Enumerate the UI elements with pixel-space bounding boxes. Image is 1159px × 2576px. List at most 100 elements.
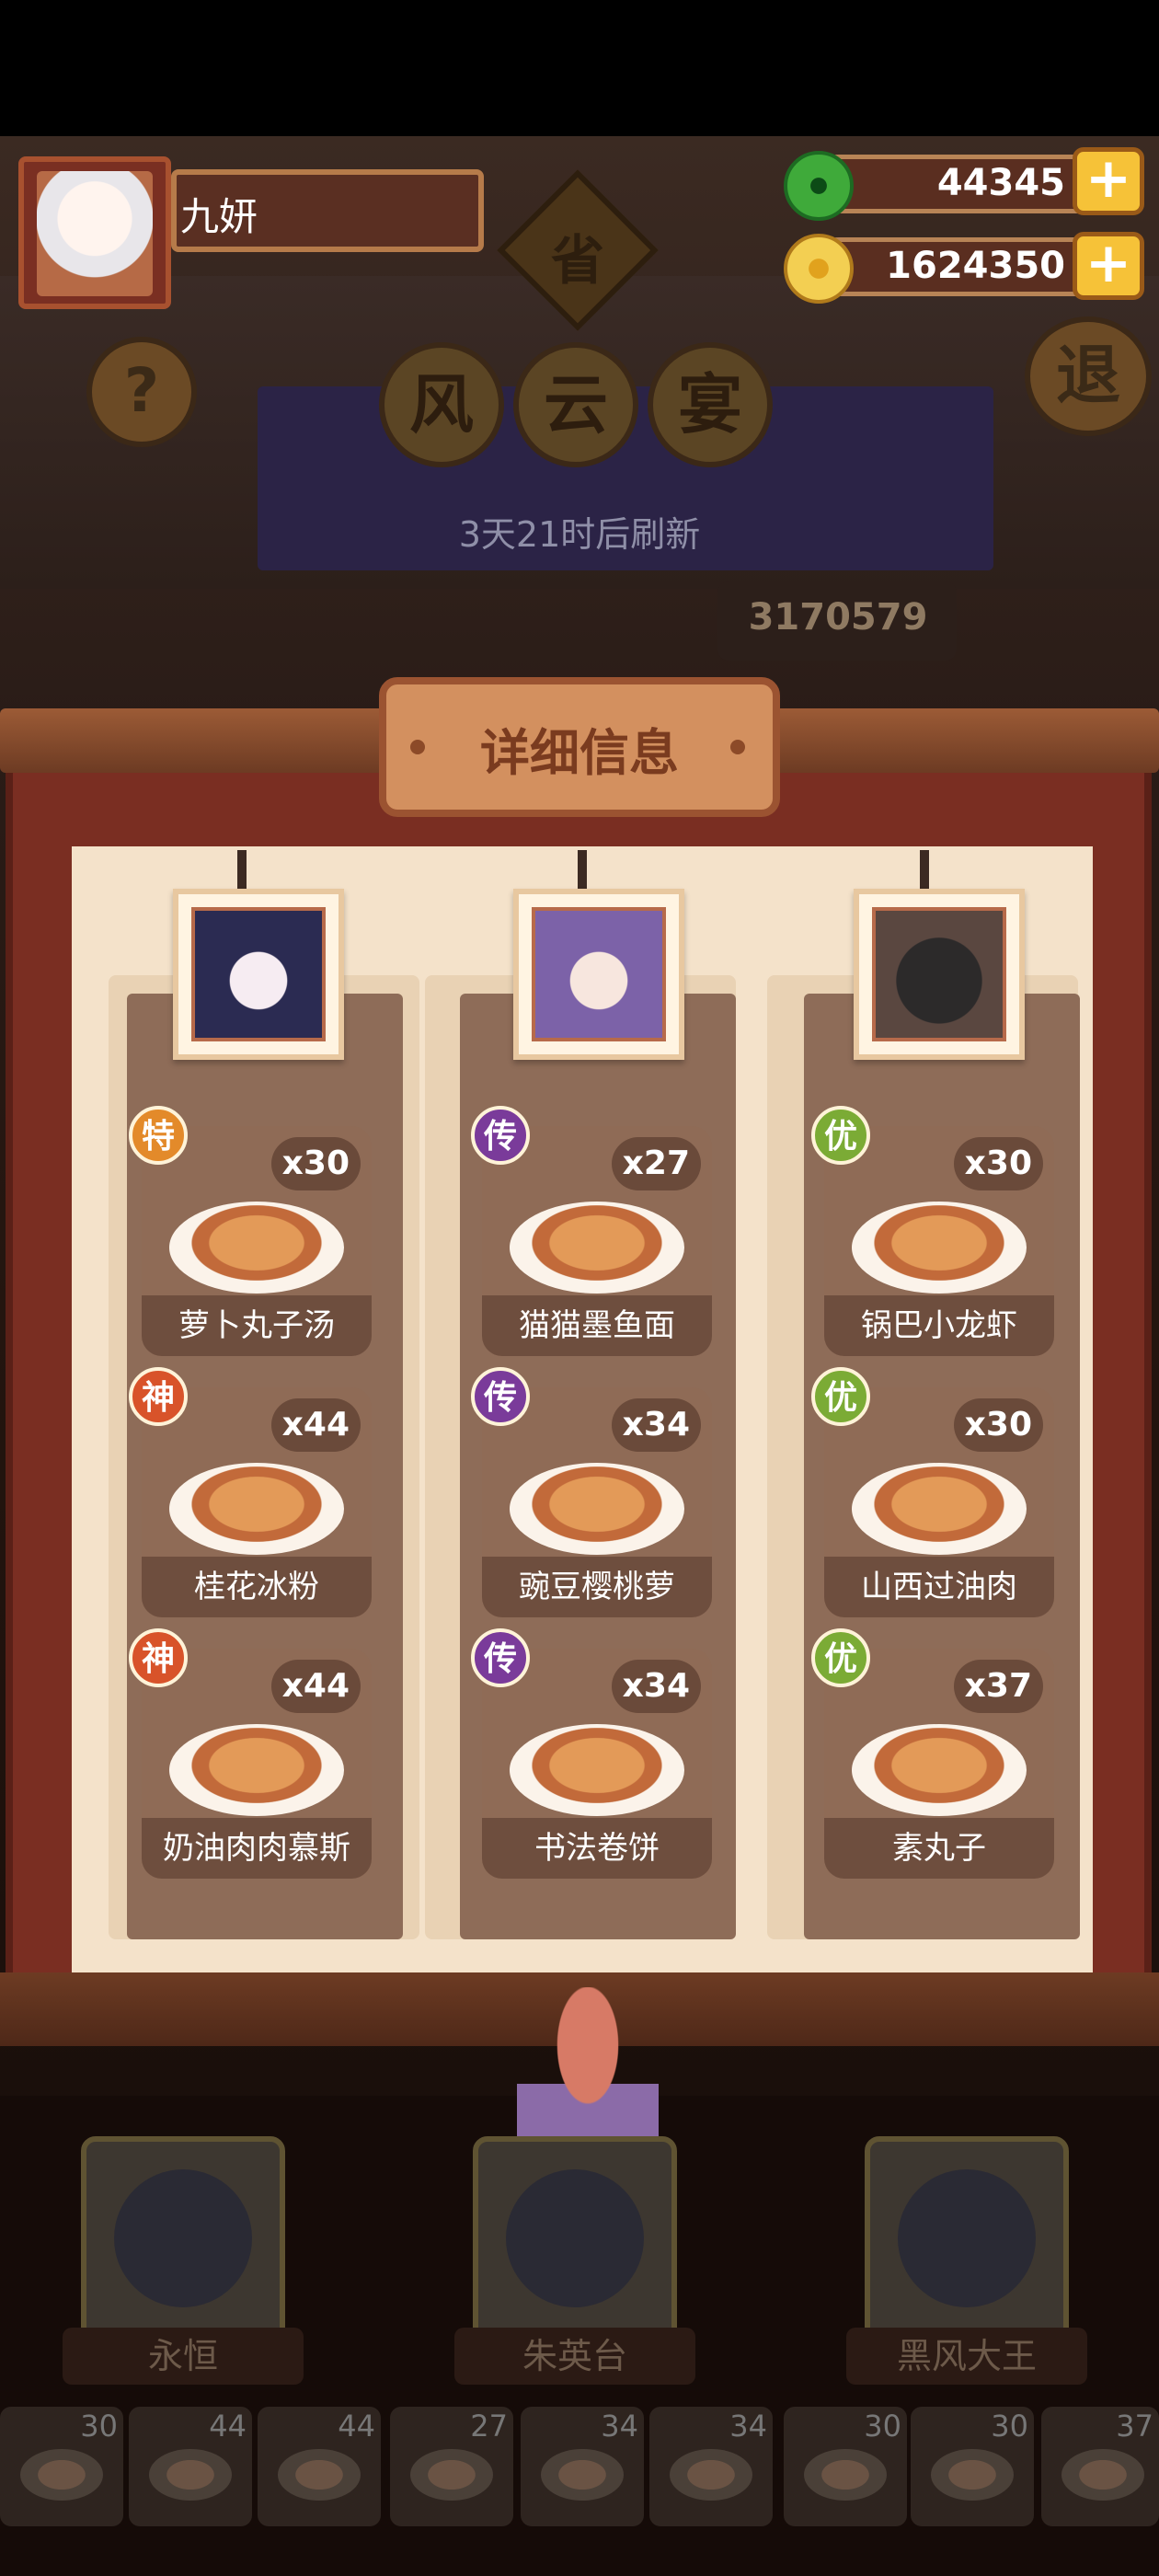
dish-thumb-icon	[804, 2449, 887, 2501]
dish-card[interactable]: x37 素丸子	[824, 1649, 1054, 1879]
dish-slot[interactable]: 44	[129, 2407, 252, 2526]
chef-portrait-icon	[114, 2169, 252, 2307]
dish-image-icon	[852, 1202, 1027, 1294]
dish-name: 萝卜丸子汤	[142, 1295, 372, 1356]
dish-thumb-icon	[278, 2449, 361, 2501]
dish-image-icon	[852, 1724, 1027, 1816]
chef-name: 黑风大王	[846, 2328, 1087, 2385]
dish-thumb-icon	[1061, 2449, 1144, 2501]
chef-portrait-yongheng[interactable]	[173, 889, 344, 1060]
event-title-char-1: 风	[379, 342, 504, 467]
panel-title: 详细信息	[480, 724, 679, 782]
dish-quantity: x44	[270, 1660, 361, 1713]
province-label: 省	[550, 229, 604, 292]
exit-button[interactable]: 退	[1025, 316, 1152, 436]
rarity-badge: 传	[471, 1628, 530, 1687]
help-button[interactable]: ?	[86, 337, 197, 447]
rarity-badge: 神	[129, 1367, 188, 1426]
event-title-char-3: 宴	[648, 342, 773, 467]
dish-quantity: x30	[270, 1137, 361, 1190]
slot-count: 44	[209, 2409, 247, 2444]
dish-name: 素丸子	[824, 1818, 1054, 1879]
dish-image-icon	[510, 1463, 684, 1555]
dish-name: 书法卷饼	[482, 1818, 712, 1879]
portrait-string	[578, 850, 587, 891]
gold-coin-icon	[784, 234, 854, 304]
jade-amount: 44345	[936, 162, 1065, 204]
chef-name: 朱英台	[454, 2328, 695, 2385]
dish-quantity: x34	[611, 1660, 701, 1713]
dish-card[interactable]: x44 奶油肉肉慕斯	[142, 1649, 372, 1879]
event-title-char-2: 云	[513, 342, 638, 467]
slot-count: 44	[338, 2409, 375, 2444]
portrait-string	[920, 850, 929, 891]
dish-quantity: x44	[270, 1398, 361, 1452]
chef-portrait-icon	[506, 2169, 644, 2307]
dish-name: 锅巴小龙虾	[824, 1295, 1054, 1356]
dish-name: 奶油肉肉慕斯	[142, 1818, 372, 1879]
dish-quantity: x30	[953, 1137, 1043, 1190]
dish-thumb-icon	[20, 2449, 103, 2501]
player-avatar[interactable]	[18, 156, 171, 309]
chef-portrait-heifengdawang[interactable]	[854, 889, 1025, 1060]
dish-card[interactable]: x30 萝卜丸子汤	[142, 1126, 372, 1356]
dish-card[interactable]: x30 山西过油肉	[824, 1387, 1054, 1617]
dish-image-icon	[169, 1463, 344, 1555]
dish-name: 猫猫墨鱼面	[482, 1295, 712, 1356]
status-bar	[0, 0, 1159, 136]
rarity-badge: 传	[471, 1106, 530, 1165]
chef-slot-yongheng[interactable]	[81, 2136, 285, 2348]
dish-card[interactable]: x44 桂花冰粉	[142, 1387, 372, 1617]
portrait-image-icon	[191, 907, 326, 1041]
slot-count: 30	[991, 2409, 1028, 2444]
slot-count: 30	[864, 2409, 901, 2444]
avatar-portrait-icon	[37, 171, 153, 296]
dish-slot[interactable]: 30	[911, 2407, 1034, 2526]
dish-slot[interactable]: 34	[649, 2407, 773, 2526]
dish-slot[interactable]: 30	[0, 2407, 123, 2526]
dish-slot[interactable]: 44	[258, 2407, 381, 2526]
dish-quantity: x37	[953, 1660, 1043, 1713]
dish-slot[interactable]: 27	[390, 2407, 513, 2526]
gold-amount: 1624350	[886, 245, 1065, 287]
dish-card[interactable]: x34 豌豆樱桃萝	[482, 1387, 712, 1617]
chef-slot-heifengdawang[interactable]	[865, 2136, 1069, 2348]
portrait-image-icon	[532, 907, 666, 1041]
dish-quantity: x30	[953, 1398, 1043, 1452]
chef-portrait-icon	[898, 2169, 1036, 2307]
slot-count: 34	[601, 2409, 638, 2444]
dish-quantity: x27	[611, 1137, 701, 1190]
dish-thumb-icon	[149, 2449, 232, 2501]
dish-thumb-icon	[931, 2449, 1014, 2501]
dish-name: 桂花冰粉	[142, 1557, 372, 1617]
dish-quantity: x34	[611, 1398, 701, 1452]
score-value: 3170579	[748, 596, 928, 638]
chef-slot-zhuyingtai[interactable]	[473, 2136, 677, 2348]
slot-count: 27	[470, 2409, 508, 2444]
dish-name: 山西过油肉	[824, 1557, 1054, 1617]
dish-thumb-icon	[410, 2449, 493, 2501]
rarity-badge: 神	[129, 1628, 188, 1687]
dish-image-icon	[852, 1463, 1027, 1555]
slot-count: 34	[729, 2409, 767, 2444]
rarity-badge: 优	[811, 1367, 870, 1426]
chef-portrait-zhuyingtai[interactable]	[513, 889, 684, 1060]
dish-slot[interactable]: 30	[784, 2407, 907, 2526]
add-jade-button[interactable]: +	[1073, 147, 1144, 215]
dish-card[interactable]: x34 书法卷饼	[482, 1649, 712, 1879]
dish-image-icon	[169, 1724, 344, 1816]
rarity-badge: 传	[471, 1367, 530, 1426]
portrait-image-icon	[872, 907, 1006, 1041]
refresh-timer: 3天21时后刷新	[458, 514, 701, 555]
rarity-badge: 特	[129, 1106, 188, 1165]
player-name: 九妍	[180, 194, 258, 239]
dish-thumb-icon	[541, 2449, 624, 2501]
dish-slot[interactable]: 34	[521, 2407, 644, 2526]
dish-card[interactable]: x30 锅巴小龙虾	[824, 1126, 1054, 1356]
dish-name: 豌豆樱桃萝	[482, 1557, 712, 1617]
dish-card[interactable]: x27 猫猫墨鱼面	[482, 1126, 712, 1356]
dish-slot[interactable]: 37	[1041, 2407, 1159, 2526]
add-gold-button[interactable]: +	[1073, 232, 1144, 300]
rarity-badge: 优	[811, 1106, 870, 1165]
dish-thumb-icon	[670, 2449, 752, 2501]
